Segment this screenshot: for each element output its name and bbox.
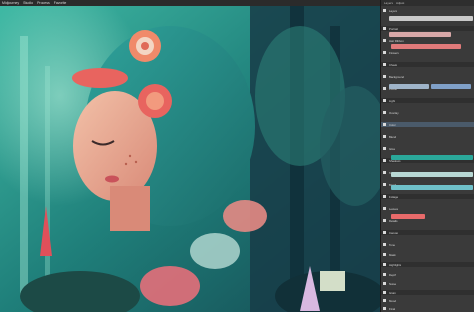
layer-label: Light [389, 98, 396, 103]
layer-label: Mask [389, 252, 396, 257]
menu-item-process[interactable]: Process [37, 1, 50, 5]
layer-label: Overlay [389, 110, 399, 115]
layer-label: Depth [389, 272, 397, 277]
visibility-checkbox[interactable] [383, 87, 386, 90]
layer-row[interactable]: Layers [381, 8, 474, 13]
layer-row[interactable]: Color [381, 122, 474, 127]
layer-row[interactable]: Light [381, 98, 474, 103]
visibility-checkbox[interactable] [383, 111, 386, 114]
layer-row[interactable]: Glow [381, 146, 474, 151]
visibility-checkbox[interactable] [383, 9, 386, 12]
preview-swatch [431, 84, 471, 89]
preview-swatch [391, 155, 473, 160]
preview-swatch [391, 44, 461, 49]
visibility-checkbox[interactable] [383, 243, 386, 246]
layer-label: Highlights [389, 262, 402, 267]
layer-label: Leaves [389, 206, 399, 211]
menu-item-favorite[interactable]: Favorite [54, 1, 67, 5]
preview-swatch [389, 84, 429, 89]
visibility-checkbox[interactable] [383, 39, 386, 42]
layer-row[interactable]: Leaves [381, 206, 474, 211]
preview-swatch [389, 16, 473, 21]
visibility-checkbox[interactable] [383, 291, 386, 294]
layer-label: Foliage [389, 194, 399, 199]
visibility-checkbox[interactable] [383, 282, 386, 285]
layer-row[interactable]: Blend [381, 134, 474, 139]
visibility-checkbox[interactable] [383, 135, 386, 138]
layer-label: Blend [389, 134, 397, 139]
visibility-checkbox[interactable] [383, 99, 386, 102]
layer-label: Flowers [389, 50, 399, 55]
layer-row[interactable]: Cheek [381, 62, 474, 67]
layer-label: Mood [389, 298, 396, 303]
preview-swatch [391, 172, 473, 177]
visibility-checkbox[interactable] [383, 207, 386, 210]
layer-label: Grain [389, 290, 396, 295]
visibility-checkbox[interactable] [383, 253, 386, 256]
visibility-checkbox[interactable] [383, 273, 386, 276]
visibility-checkbox[interactable] [383, 299, 386, 302]
preview-swatch [391, 214, 425, 219]
layer-label: Final [389, 306, 396, 311]
layer-label: Layers [389, 8, 398, 13]
layer-label: Background [389, 74, 404, 79]
layer-row[interactable]: Final [381, 306, 474, 311]
layer-row[interactable]: Background [381, 74, 474, 79]
preview-swatch [391, 185, 473, 190]
visibility-checkbox[interactable] [383, 63, 386, 66]
layer-row[interactable]: Hair Ribbon [381, 38, 474, 43]
layer-row[interactable]: Depth [381, 272, 474, 277]
layer-row[interactable]: Grain [381, 290, 474, 295]
artwork-illustration [0, 6, 380, 312]
layer-label: Details [389, 218, 398, 223]
layers-panel: Layers Adjust Layers Portrait Hair Ribbo… [380, 0, 474, 312]
visibility-checkbox[interactable] [383, 51, 386, 54]
menu-item-studio[interactable]: Studio [23, 1, 33, 5]
visibility-checkbox[interactable] [383, 147, 386, 150]
layer-label: Hair Ribbon [389, 38, 404, 43]
visibility-checkbox[interactable] [383, 123, 386, 126]
tab-adjust[interactable]: Adjust [396, 1, 404, 5]
visibility-checkbox[interactable] [383, 195, 386, 198]
layer-row[interactable]: Flowers [381, 50, 474, 55]
tab-layers[interactable]: Layers [384, 1, 393, 5]
layer-row[interactable]: Canvas [381, 230, 474, 235]
visibility-checkbox[interactable] [383, 27, 386, 30]
layer-label: Tone [389, 242, 396, 247]
layer-label: Glow [389, 146, 396, 151]
visibility-checkbox[interactable] [383, 183, 386, 186]
artwork-canvas[interactable] [0, 6, 380, 312]
preview-swatch [389, 32, 451, 37]
visibility-checkbox[interactable] [383, 231, 386, 234]
visibility-checkbox[interactable] [383, 159, 386, 162]
layer-label: Canvas [389, 230, 399, 235]
layer-row[interactable]: Mask [381, 252, 474, 257]
layer-row[interactable]: Portrait [381, 26, 474, 31]
layer-row[interactable]: Noise [381, 281, 474, 286]
layer-row[interactable]: Tone [381, 242, 474, 247]
layer-row[interactable]: Highlights [381, 262, 474, 267]
panel-header: Layers Adjust [381, 0, 474, 6]
visibility-checkbox[interactable] [383, 219, 386, 222]
layer-row[interactable]: Mood [381, 298, 474, 303]
layer-row[interactable]: Foliage [381, 194, 474, 199]
layer-row[interactable]: Overlay [381, 110, 474, 115]
visibility-checkbox[interactable] [383, 171, 386, 174]
layer-label: Color [389, 122, 396, 127]
visibility-checkbox[interactable] [383, 75, 386, 78]
menu-item-midjourney[interactable]: Midjourney [2, 1, 19, 5]
layer-label: Noise [389, 281, 397, 286]
layer-label: Portrait [389, 26, 399, 31]
visibility-checkbox[interactable] [383, 263, 386, 266]
visibility-checkbox[interactable] [383, 307, 386, 310]
layer-label: Cheek [389, 62, 398, 67]
